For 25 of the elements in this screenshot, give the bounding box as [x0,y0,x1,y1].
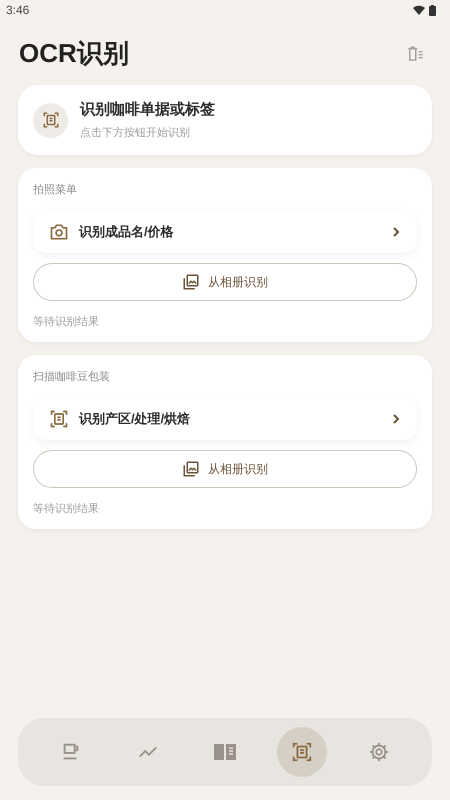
scan-icon [49,408,69,428]
intro-subtitle: 点击下方按钮开始识别 [80,126,191,141]
settings-icon [368,741,390,763]
scan-icon [42,111,60,129]
section-title: 扫描咖啡豆包装 [33,370,111,385]
album-button[interactable]: 从相册识别 [33,450,417,488]
album-button[interactable]: 从相册识别 [33,262,417,300]
trash-list-icon [406,44,424,62]
chevron-right-icon [391,412,401,424]
photo-album-icon [182,460,200,478]
status-time: 3:46 [6,2,30,19]
intro-title: 识别咖啡单据或标签 [80,100,215,120]
action-row[interactable]: 识别产区/处理/烘焙 [33,398,417,440]
result-status: 等待识别结果 [33,502,100,516]
scan-icon [291,741,314,763]
camera-icon [49,222,69,242]
wifi-icon [413,5,425,15]
battery-icon [429,4,436,16]
page-title: OCR识别 [19,37,129,70]
action-row[interactable]: 识别成品名/价格 [33,210,417,252]
section-title: 拍照菜单 [33,183,78,198]
chevron-right-icon [391,226,401,238]
book-icon [212,741,237,763]
photo-album-icon [182,272,200,290]
result-status: 等待识别结果 [33,314,100,330]
